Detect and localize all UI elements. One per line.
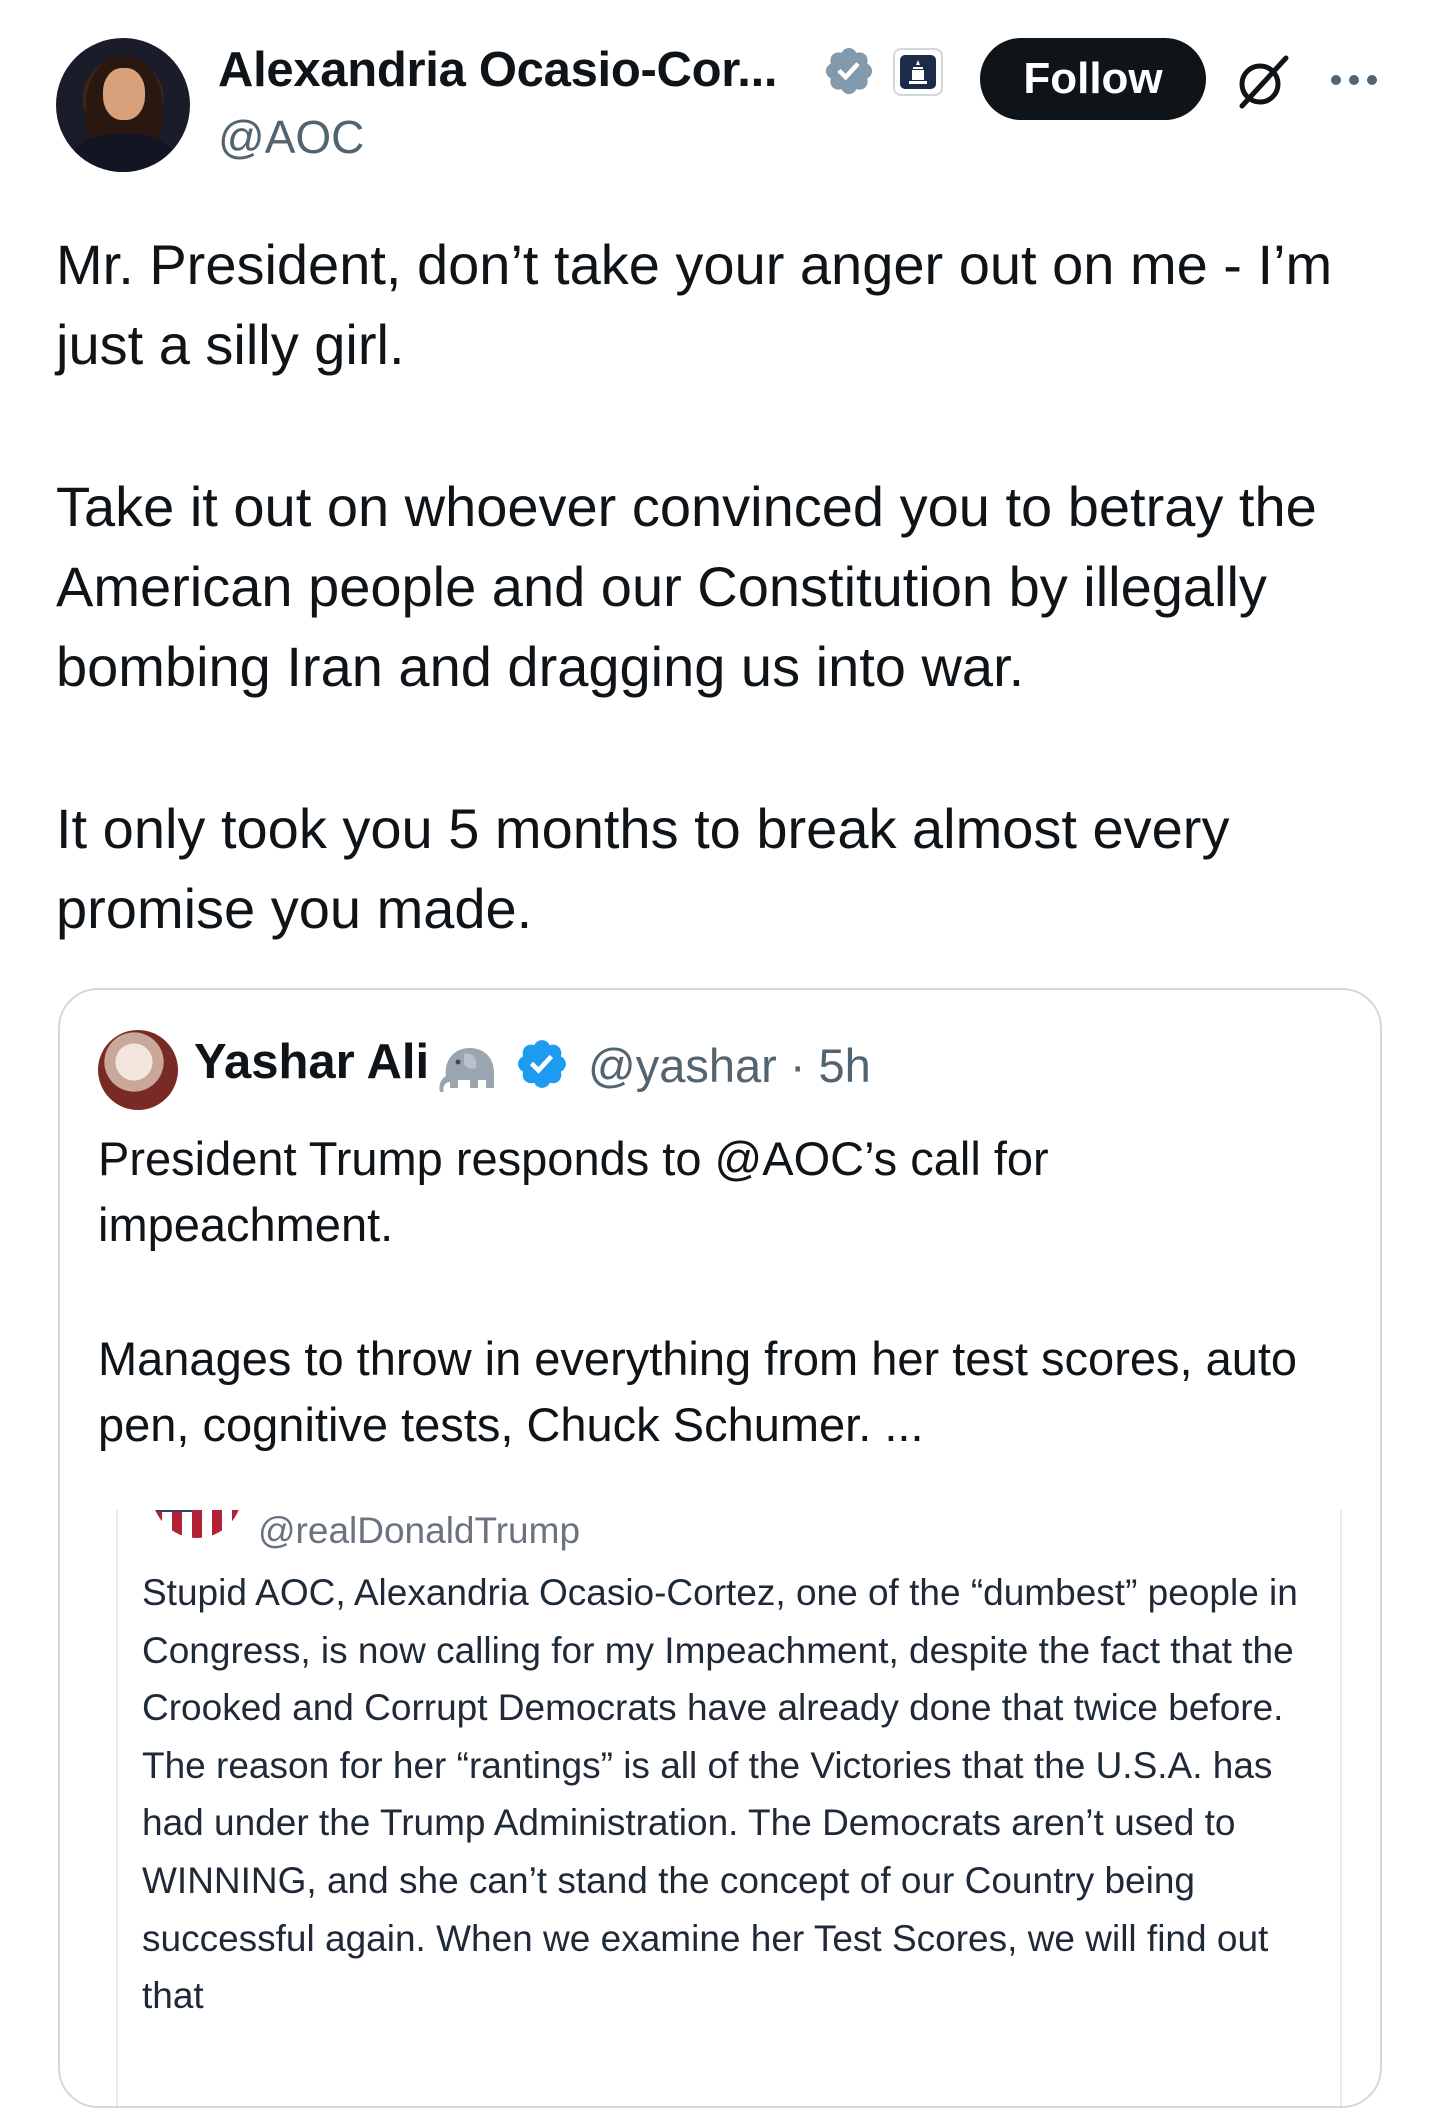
elephant-emoji-icon — [439, 1048, 494, 1092]
quote-handle-timestamp[interactable]: @yashar · 5h — [588, 1038, 871, 1093]
tweet-paragraph: Mr. President, don’t take your anger out… — [56, 233, 1333, 376]
more-horizontal-icon[interactable] — [1328, 60, 1380, 100]
tweet-paragraph: It only took you 5 months to break almos… — [56, 797, 1230, 940]
capitol-affiliate-badge-icon[interactable] — [893, 48, 943, 96]
embedded-post-handle: @realDonaldTrump — [258, 1510, 581, 1551]
flag-avatar — [152, 1510, 242, 1538]
quote-text: President Trump responds to @AOC’s call … — [98, 1126, 1338, 1526]
tweet-text: Mr. President, don’t take your anger out… — [56, 225, 1396, 1031]
author-display-name[interactable]: Alexandria Ocasio-Cor... — [218, 42, 778, 98]
grok-slash-icon[interactable] — [1234, 52, 1292, 110]
quote-author-avatar[interactable] — [98, 1030, 178, 1110]
embedded-post-text: Stupid AOC, Alexandria Ocasio-Cortez, on… — [142, 1572, 1298, 2017]
author-avatar[interactable] — [56, 38, 190, 172]
embedded-post-image[interactable]: @realDonaldTrump Stupid AOC, Alexandria … — [116, 1510, 1342, 2106]
quote-tweet-card[interactable]: Yashar Ali @yashar · 5h President Trump … — [58, 988, 1382, 2108]
follow-button[interactable]: Follow — [980, 38, 1206, 120]
quote-author-name[interactable]: Yashar Ali — [194, 1034, 429, 1090]
tweet-paragraph: Take it out on whoever convinced you to … — [56, 475, 1317, 698]
quote-paragraph: President Trump responds to @AOC’s call … — [98, 1132, 1049, 1251]
verified-blue-badge-icon — [518, 1040, 566, 1088]
verified-grey-badge-icon — [825, 47, 873, 95]
quote-paragraph: Manages to throw in everything from her … — [98, 1332, 1298, 1451]
author-handle[interactable]: @AOC — [218, 110, 364, 164]
